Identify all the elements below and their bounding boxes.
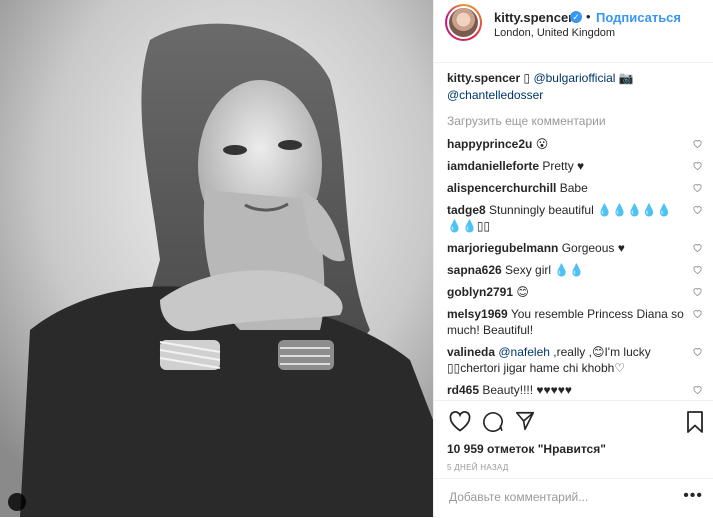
comment-like-heart-icon[interactable] <box>692 384 703 395</box>
comment-text: 😊 <box>516 285 529 299</box>
caption-username[interactable]: kitty.spencer <box>447 71 520 85</box>
post-header: kitty.spencer ✓ • Подписаться London, Un… <box>434 0 713 63</box>
post-date[interactable]: 5 ДНЕЙ НАЗАД <box>447 463 509 472</box>
comment-row: happyprince2u 😮 <box>447 136 703 152</box>
caption-symbol: ▯ <box>523 71 531 85</box>
comments-list: kitty.spencer ▯ @bulgariofficial 📷 @chan… <box>447 70 703 398</box>
comment-username[interactable]: valineda <box>447 345 495 359</box>
comment-text: Babe <box>559 181 588 195</box>
comment-username[interactable]: tadge8 <box>447 203 486 217</box>
more-options-icon[interactable]: ••• <box>683 487 703 505</box>
comment-row: tadge8 Stunningly beautiful 💧💧💧💧💧💧💧▯▯ <box>447 202 703 234</box>
verified-badge-icon: ✓ <box>570 11 582 23</box>
comment-row: sapna626 Sexy girl 💧💧 <box>447 262 703 278</box>
comment-like-heart-icon[interactable] <box>692 346 703 357</box>
comment-like-heart-icon[interactable] <box>692 204 703 215</box>
location-link[interactable]: London, United Kingdom <box>494 27 615 39</box>
comment-text: Beauty!!!! ♥♥♥♥♥ <box>482 383 573 397</box>
comment-like-heart-icon[interactable] <box>692 308 703 319</box>
comment-like-heart-icon[interactable] <box>692 264 703 275</box>
comment-row: alispencerchurchill Babe <box>447 180 703 196</box>
comment-username[interactable]: goblyn2791 <box>447 285 513 299</box>
tagged-users-icon[interactable] <box>8 493 26 511</box>
comment-username[interactable]: alispencerchurchill <box>447 181 556 195</box>
comment-text: Pretty ♥ <box>542 159 585 173</box>
avatar[interactable] <box>445 4 482 41</box>
instagram-post: kitty.spencer ✓ • Подписаться London, Un… <box>0 0 713 517</box>
comment-row: marjoriegubelmann Gorgeous ♥ <box>447 240 703 256</box>
caption-mention-bulgari[interactable]: @bulgariofficial <box>533 71 615 85</box>
post-sidebar: kitty.spencer ✓ • Подписаться London, Un… <box>433 0 713 517</box>
comment-row: melsy1969 You resemble Princess Diana so… <box>447 306 703 338</box>
likes-count[interactable]: 10 959 отметок "Нравится" <box>447 442 606 456</box>
comment-row: iamdanielleforte Pretty ♥ <box>447 158 703 174</box>
header-username[interactable]: kitty.spencer <box>494 10 573 25</box>
comment-icon[interactable] <box>482 410 504 432</box>
bookmark-icon[interactable] <box>686 411 704 433</box>
comment-row: goblyn2791 😊 <box>447 284 703 300</box>
camera-icon: 📷 <box>618 71 634 85</box>
follow-button[interactable]: Подписаться <box>596 10 681 25</box>
like-heart-icon[interactable] <box>448 410 472 432</box>
header-separator: • <box>586 9 591 24</box>
comment-like-heart-icon[interactable] <box>692 160 703 171</box>
comment-row: valineda @nafeleh ,really ,😊I'm lucky ▯▯… <box>447 344 703 376</box>
comment-like-heart-icon[interactable] <box>692 286 703 297</box>
add-comment-bar: ••• <box>434 478 713 518</box>
comment-username[interactable]: melsy1969 <box>447 307 508 321</box>
comment-username[interactable]: rd465 <box>447 383 479 397</box>
comment-text: Gorgeous ♥ <box>561 241 625 255</box>
comment-input[interactable] <box>447 489 681 505</box>
comment-text: Sexy girl 💧💧 <box>505 263 585 277</box>
comment-like-heart-icon[interactable] <box>692 182 703 193</box>
comment-mention[interactable]: @nafeleh <box>498 345 550 359</box>
comment-like-heart-icon[interactable] <box>692 242 703 253</box>
comment-username[interactable]: happyprince2u <box>447 137 532 151</box>
comment-text: 😮 <box>535 137 549 151</box>
load-more-comments-button[interactable]: Загрузить еще комментарии <box>447 114 703 128</box>
comment-like-heart-icon[interactable] <box>692 138 703 149</box>
avatar-image <box>449 8 478 37</box>
comment-username[interactable]: marjoriegubelmann <box>447 241 558 255</box>
caption: kitty.spencer ▯ @bulgariofficial 📷 @chan… <box>447 70 703 104</box>
post-photo[interactable] <box>0 0 433 517</box>
portrait-image <box>0 0 433 517</box>
caption-mention-chantelle[interactable]: @chantelledosser <box>447 88 543 102</box>
post-actions: 10 959 отметок "Нравится" 5 ДНЕЙ НАЗАД <box>434 400 713 472</box>
comment-row: rd465 Beauty!!!! ♥♥♥♥♥ <box>447 382 703 398</box>
comment-username[interactable]: iamdanielleforte <box>447 159 539 173</box>
share-icon[interactable] <box>514 410 536 432</box>
comment-username[interactable]: sapna626 <box>447 263 502 277</box>
